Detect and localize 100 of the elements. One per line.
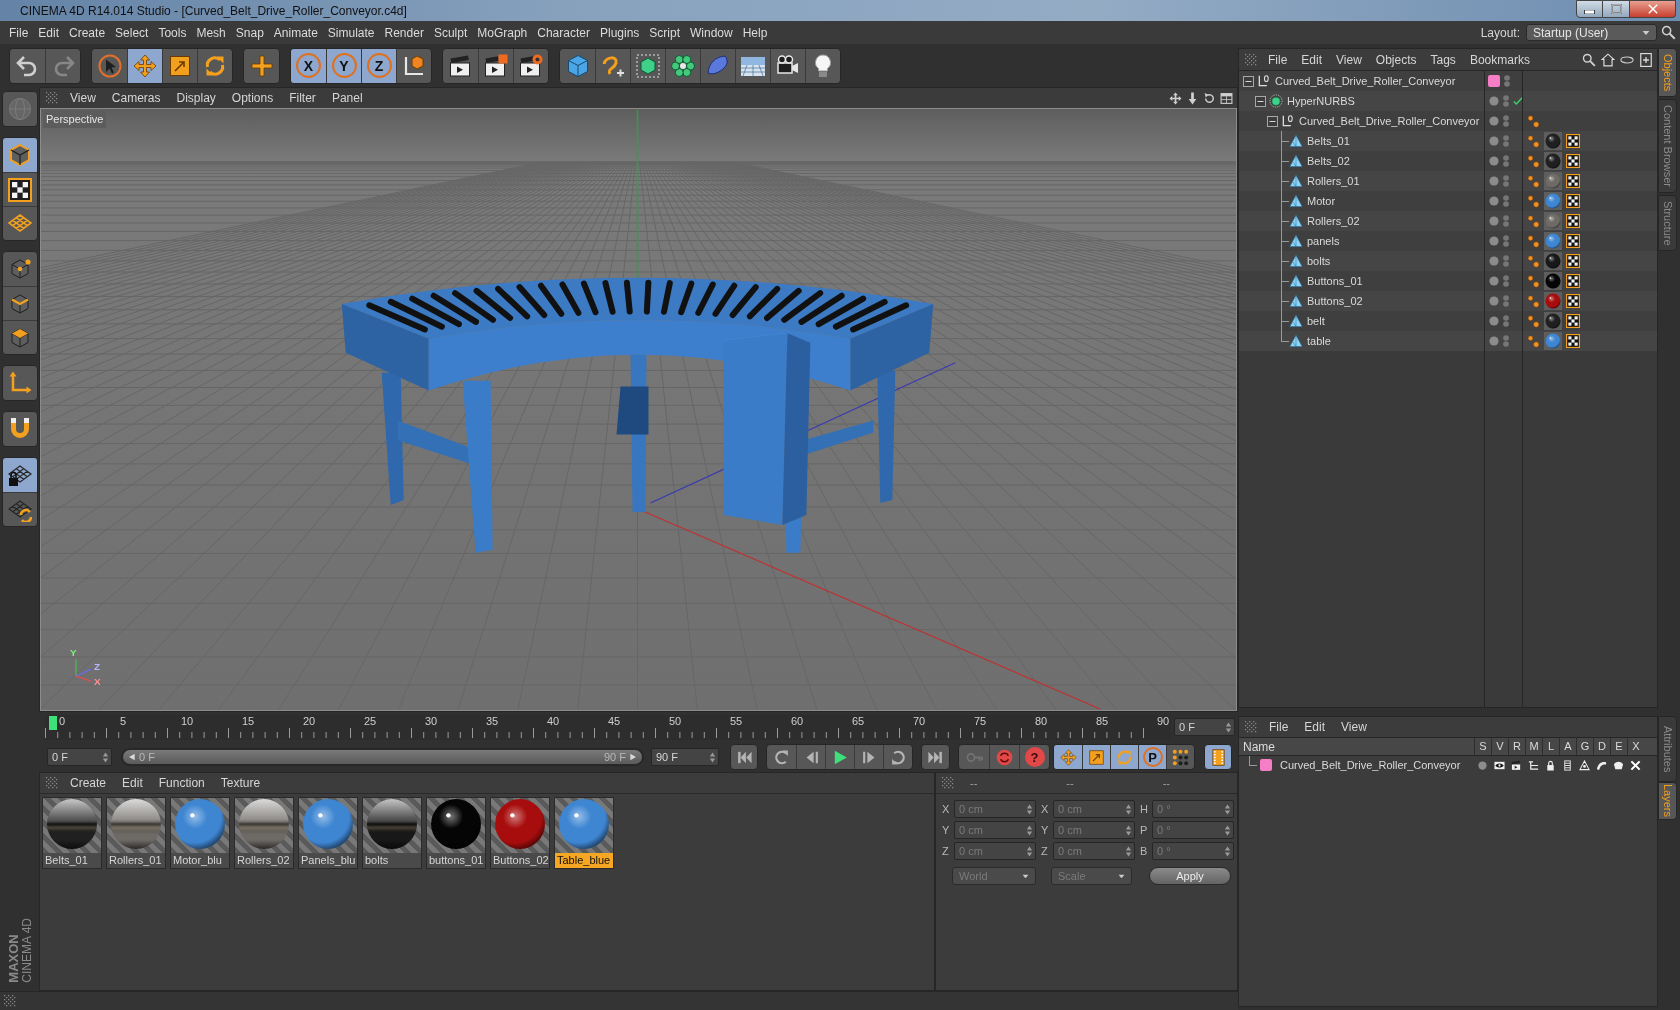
object-row[interactable]: Belts_02 [1239,151,1657,171]
axis-lock-button[interactable]: Z [361,48,396,83]
material-item[interactable]: Table_blue [554,797,614,869]
collapse-icon[interactable] [1243,75,1254,87]
menu-item[interactable]: Select [110,21,154,44]
phong-tag-icon[interactable] [1527,294,1540,308]
material-item[interactable]: Motor_blu [170,797,230,869]
object-row[interactable]: table [1239,331,1657,351]
object-row[interactable]: Belts_01 [1239,131,1657,151]
go-to-end-button[interactable] [921,744,950,770]
texture-tag-icon[interactable] [1566,174,1580,188]
texture-tag-icon[interactable] [1566,214,1580,228]
visibility-dots-icon[interactable] [1503,135,1509,147]
object-row[interactable]: Motor [1239,191,1657,211]
column-header[interactable]: Name [1239,737,1474,756]
object-row[interactable]: bolts [1239,251,1657,271]
menu-item[interactable]: View [1333,717,1375,737]
texture-tag-icon[interactable] [1566,254,1580,268]
axis-lock-button[interactable]: X [291,48,326,83]
phong-tag-icon[interactable] [1527,194,1540,208]
visibility-dots-icon[interactable] [1503,115,1509,127]
visibility-dots-icon[interactable] [1503,155,1509,167]
phong-tag-icon[interactable] [1527,234,1540,248]
dolly-arrow-icon[interactable] [1186,91,1199,105]
texture-tag-icon[interactable] [1566,314,1580,328]
visibility-dots-icon[interactable] [1503,175,1509,187]
material-item[interactable]: Rollers_01 [106,797,166,869]
menu-item[interactable]: Edit [1296,717,1334,737]
maximize-view-icon[interactable] [1220,91,1233,105]
menu-item[interactable]: Bookmarks [1462,49,1537,70]
search-icon[interactable] [1582,52,1596,67]
texture-tag-icon[interactable] [1566,294,1580,308]
film-strip-icon[interactable] [1562,759,1573,771]
expression-icon[interactable] [1613,759,1624,771]
menu-item[interactable]: File [1261,49,1295,70]
object-row[interactable]: Curved_Belt_Drive_Roller_Conveyor [1239,71,1657,91]
visibility-dots-icon[interactable] [1503,275,1509,287]
timeline-button[interactable] [1204,744,1232,770]
menu-item[interactable]: Edit [114,773,151,793]
grid-lock-button[interactable] [2,458,37,492]
visibility-dots-icon[interactable] [1503,235,1509,247]
menu-item[interactable]: Display [168,88,224,108]
object-row[interactable]: Buttons_01 [1239,271,1657,291]
collapse-icon[interactable] [1255,95,1266,107]
column-header[interactable]: R [1508,738,1525,755]
column-header[interactable]: A [1559,738,1576,755]
texture-tag-icon[interactable] [1566,194,1580,208]
object-row[interactable]: Rollers_01 [1239,171,1657,191]
deformer-icon[interactable] [1596,759,1607,771]
menu-item[interactable]: Animate [268,21,323,44]
eye-icon[interactable] [1494,759,1505,771]
material-item[interactable]: buttons_01 [426,797,486,869]
scale-key-button[interactable] [1082,745,1110,769]
lock-icon[interactable] [1545,759,1556,771]
column-header[interactable]: S [1474,738,1491,755]
menu-item[interactable]: Simulate [322,21,380,44]
column-header[interactable]: L [1542,738,1559,755]
menu-item[interactable]: File [1261,717,1297,737]
layout-dropdown[interactable]: Startup (User) [1526,24,1657,41]
layer-swatch-icon[interactable] [1488,75,1500,87]
object-row[interactable]: HyperNURBS [1239,91,1657,111]
visibility-dots-icon[interactable] [1503,95,1509,107]
object-row[interactable]: Buttons_02 [1239,291,1657,311]
texture-tag-icon[interactable] [1566,274,1580,288]
phong-tag-icon[interactable] [1527,154,1540,168]
clapperboard-icon[interactable] [1511,759,1522,771]
layer-name[interactable]: Curved_Belt_Drive_Roller_Conveyor [1280,756,1461,774]
object-row[interactable]: Rollers_02 [1239,211,1657,231]
texture-tag-icon[interactable] [1566,134,1580,148]
column-header[interactable]: D [1593,738,1610,755]
phong-tag-icon[interactable] [1527,134,1540,148]
menu-item[interactable]: Tools [153,21,192,44]
menu-item[interactable]: Create [64,21,111,44]
panel-tab[interactable]: Objects [1658,48,1677,97]
start-frame-field[interactable]: 0 F [47,748,112,766]
parameter-key-button[interactable]: P [1138,745,1166,769]
texture-tag-icon[interactable] [1566,334,1580,348]
menu-item[interactable]: Panel [323,88,371,108]
xref-icon[interactable] [1630,759,1641,771]
check-icon[interactable] [1513,96,1523,106]
object-row[interactable]: panels [1239,231,1657,251]
menu-item[interactable]: Render [379,21,429,44]
texture-tag-icon[interactable] [1566,234,1580,248]
axis-mode-button[interactable] [1,365,38,401]
collapse-icon[interactable] [1267,115,1278,127]
rotation-key-button[interactable] [1110,745,1138,769]
object-row[interactable]: Curved_Belt_Drive_Roller_Conveyor [1239,111,1657,131]
phong-tag-icon[interactable] [1527,174,1540,188]
model-mode-button[interactable] [2,138,37,172]
menu-item[interactable]: Options [223,88,282,108]
phong-tag-icon[interactable] [1527,314,1540,328]
column-header[interactable]: M [1525,738,1542,755]
menu-item[interactable]: Texture [212,773,269,793]
maximize-button[interactable] [1603,0,1630,18]
end-frame-field[interactable]: 90 F [651,748,719,766]
move-arrows-icon[interactable] [1169,91,1182,105]
menu-item[interactable]: Help [737,21,773,44]
timeline-ruler[interactable]: 0 5 10 15 20 25 30 35 40 45 50 55 60 65 70 75 80 85 90 [45,714,1171,740]
generator-icon[interactable] [1579,759,1590,771]
visibility-dots-icon[interactable] [1503,255,1509,267]
